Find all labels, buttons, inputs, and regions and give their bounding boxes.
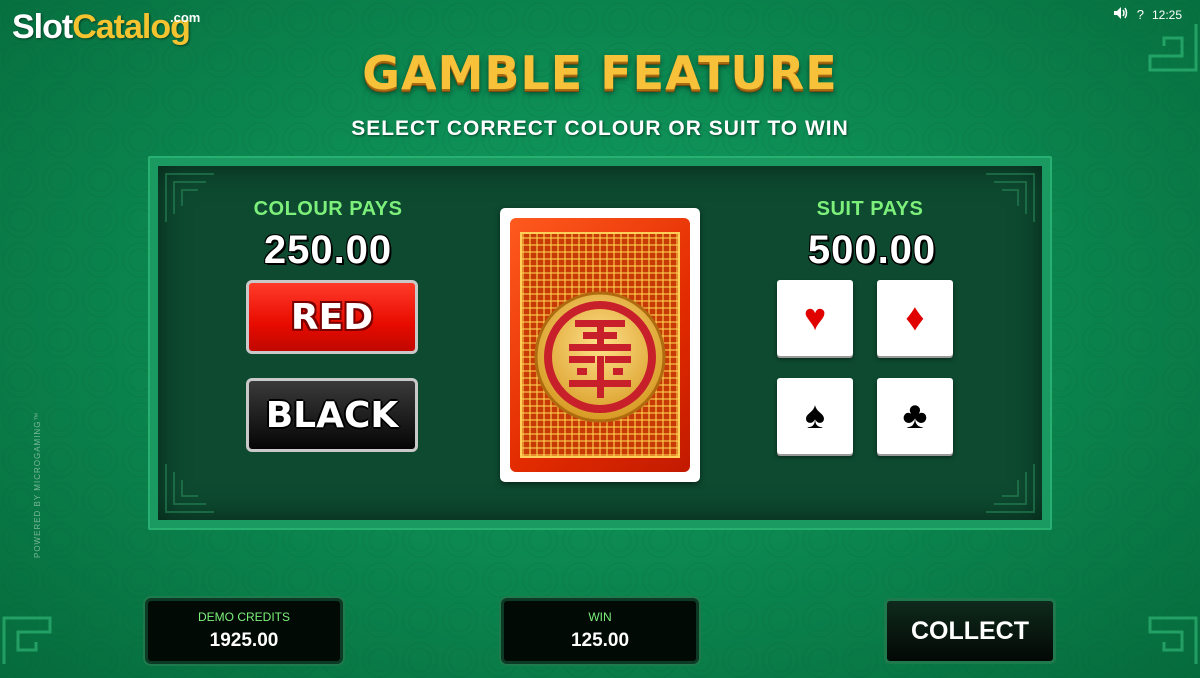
black-button-label: BLACK xyxy=(265,394,399,436)
watermark-slot-text: Slot xyxy=(12,8,73,46)
win-box: WIN 125.00 xyxy=(501,598,699,664)
instruction-text: SELECT CORRECT COLOUR OR SUIT TO WIN xyxy=(351,117,849,140)
page-title: GAMBLE FEATURE xyxy=(362,46,838,100)
suit-pays-label: SUIT PAYS xyxy=(816,198,924,220)
hearts-button[interactable]: ♥ xyxy=(777,280,853,356)
diamonds-button[interactable]: ♦ xyxy=(877,280,953,356)
panel-ornament-top-left xyxy=(162,170,218,226)
corner-ornament-bottom-left xyxy=(0,598,70,668)
card-back xyxy=(510,218,690,472)
demo-credits-value: 1925.00 xyxy=(209,630,279,651)
black-button[interactable]: BLACK xyxy=(246,378,418,452)
panel-ornament-bottom-right xyxy=(982,460,1038,516)
demo-credits-box: DEMO CREDITS 1925.00 xyxy=(145,598,343,664)
win-label: WIN xyxy=(588,610,612,624)
red-button[interactable]: RED xyxy=(246,280,418,354)
panel-ornament-top-right xyxy=(982,170,1038,226)
face-down-card xyxy=(500,208,700,482)
corner-ornament-bottom-right xyxy=(1130,598,1200,668)
double-happiness-medallion-icon xyxy=(533,290,667,424)
win-value: 125.00 xyxy=(570,630,630,651)
spade-icon: ♠ xyxy=(804,394,826,437)
demo-credits-label: DEMO CREDITS xyxy=(197,610,290,624)
clock-time: 12:25 xyxy=(1151,7,1182,22)
colour-pays-value: 250.00 xyxy=(263,228,393,272)
speaker-icon[interactable] xyxy=(1113,6,1129,23)
status-bar: ? 12:25 xyxy=(1113,6,1182,23)
watermark-com-text: .com xyxy=(170,10,201,25)
powered-by-text: POWERED BY MICROGAMING™ xyxy=(33,411,42,558)
help-icon[interactable]: ? xyxy=(1137,7,1144,22)
colour-pays-label: COLOUR PAYS xyxy=(253,198,403,220)
heart-icon: ♥ xyxy=(803,296,827,339)
collect-button[interactable]: COLLECT xyxy=(884,598,1056,664)
club-icon: ♣ xyxy=(902,394,928,437)
collect-button-label: COLLECT xyxy=(910,616,1030,645)
spades-button[interactable]: ♠ xyxy=(777,378,853,454)
panel-ornament-bottom-left xyxy=(162,460,218,516)
clubs-button[interactable]: ♣ xyxy=(877,378,953,454)
suit-pays-value: 500.00 xyxy=(807,228,937,272)
slotcatalog-watermark: SlotCatalog .com xyxy=(12,8,200,47)
diamond-icon: ♦ xyxy=(905,296,925,339)
red-button-label: RED xyxy=(290,296,374,338)
